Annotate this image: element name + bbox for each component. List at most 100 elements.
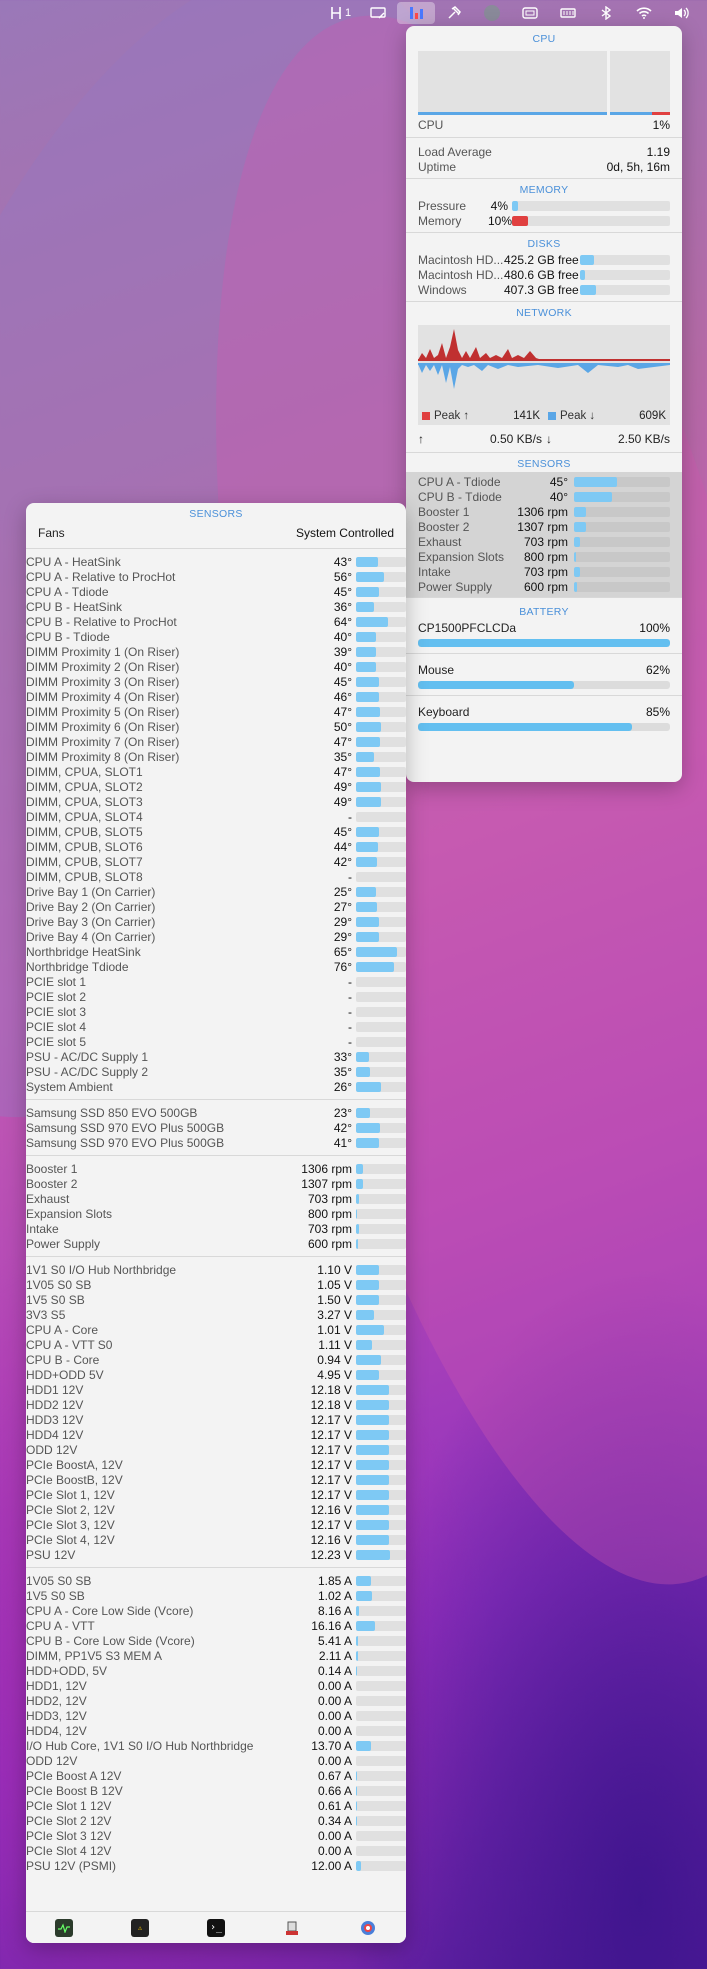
console-icon[interactable]: ⚠ [131,1918,149,1937]
sensor-label: DIMM, PP1V5 S3 MEM A [26,1648,163,1663]
sensor-row: PCIe BoostB, 12V 12.17 V [26,1472,406,1487]
download-arrow: ↓ [546,432,552,446]
bluetooth-icon[interactable] [587,2,625,24]
battery-device: CP1500PFCLCDa [418,621,517,635]
sensor-label: Northbridge HeatSink [26,944,141,959]
hammer-icon[interactable] [435,2,473,24]
level-bar-fill [356,646,376,657]
level-bar-fill [356,1504,389,1515]
sensor-row: DIMM, CPUB, SLOT8 - [26,869,406,884]
sensor-label: Samsung SSD 970 EVO Plus 500GB [26,1120,225,1135]
fans-mode[interactable]: System Controlled [296,526,394,540]
sensor-bar [356,1519,406,1530]
sensor-value: 1.10 V [317,1262,352,1277]
sensor-value: 703 rpm [307,1221,352,1236]
sensor-label: PSU - AC/DC Supply 1 [26,1049,149,1064]
sensor-row: Northbridge Tdiode 76° [26,959,406,974]
sensor-label: HDD+ODD 5V [26,1367,104,1382]
hub-count: 1 [344,6,352,19]
sensor-row: PCIe Slot 3 12V 0.00 A [26,1828,406,1843]
uptime-label: Uptime [418,159,457,174]
sensor-label: Booster 2 [26,1176,78,1191]
activity-monitor-icon[interactable] [55,1918,73,1937]
sensor-bar [356,601,406,612]
sensor-value: 12.17 V [310,1427,352,1442]
level-bar-fill [574,491,613,502]
sensor-label: DIMM, CPUB, SLOT8 [26,869,143,884]
sensor-row: Exhaust 703 rpm [418,534,670,549]
terminal-icon[interactable]: ›_ [207,1918,225,1937]
sensor-value: 1306 rpm [517,504,568,519]
sensors-app-icon[interactable] [283,1919,301,1937]
sensor-row: DIMM, CPUB, SLOT5 45° [26,824,406,839]
level-bar-fill [356,631,376,642]
window-icon[interactable] [511,2,549,24]
sensor-row: DIMM Proximity 1 (On Riser) 39° [26,644,406,659]
sensor-bar [356,901,406,912]
settings-icon[interactable] [359,1919,377,1937]
sensor-row: CPU B - Core 0.94 V [26,1352,406,1367]
level-bar-fill [356,781,381,792]
sensor-value: 703 rpm [523,564,568,579]
level-bar-fill [356,1264,379,1275]
sensor-label: DIMM Proximity 5 (On Riser) [26,704,180,719]
sensor-value: 45° [333,584,352,599]
sensor-value: 0.66 A [317,1783,352,1798]
avatar-icon[interactable] [473,2,511,24]
memory-section-title: MEMORY [519,184,569,196]
battery-row: CP1500PFCLCDa 100% [418,620,670,636]
sensor-row: 1V5 S0 SB 1.02 A [26,1588,406,1603]
sensor-label: Drive Bay 4 (On Carrier) [26,929,156,944]
sensor-label: Drive Bay 3 (On Carrier) [26,914,156,929]
sensor-bar [356,586,406,597]
sensor-label: PCIe Slot 2 12V [26,1813,112,1828]
sensor-bar [356,706,406,717]
sensors-panel-title: SENSORS [189,508,243,520]
memory-icon[interactable] [549,2,587,24]
level-bar-fill [356,1122,380,1133]
level-bar-fill [356,586,379,597]
sensor-bar [356,961,406,972]
sensor-value: 800 rpm [523,549,568,564]
sensor-label: PCIe Slot 4, 12V [26,1532,115,1547]
volume-icon[interactable] [663,2,701,24]
wifi-icon[interactable] [625,2,663,24]
sensor-row: Expansion Slots 800 rpm [26,1206,406,1221]
sensor-row: DIMM Proximity 7 (On Riser) 47° [26,734,406,749]
fans-row: Fans System Controlled [38,524,394,542]
sensor-row: 1V5 S0 SB 1.50 V [26,1292,406,1307]
sensor-label: CPU B - Core Low Side (Vcore) [26,1633,195,1648]
hub-icon[interactable]: 1 [321,2,359,24]
disks-section-title: DISKS [527,238,561,250]
sensor-bar [356,1504,406,1515]
sensor-row: Drive Bay 4 (On Carrier) 29° [26,929,406,944]
sensor-value: 1.05 V [317,1277,352,1292]
battery-percent: 100% [639,621,670,635]
battery-divider [406,695,682,696]
sensor-bar [356,931,406,942]
sensor-value: 12.17 V [310,1517,352,1532]
sensor-value: 12.23 V [310,1547,352,1562]
cpu-usage-row: CPU 1% [418,117,670,133]
display-icon[interactable] [359,2,397,24]
sensor-label: PCIe Slot 1, 12V [26,1487,115,1502]
sensor-label: HDD2 12V [26,1397,84,1412]
sensor-bar [356,1122,406,1133]
disk-row: Macintosh HD... 425.2 GB free [418,252,670,267]
memory-row-label: Memory [418,213,462,228]
sensor-label: Booster 2 [418,519,470,534]
sensor-value: - [348,1034,352,1049]
level-bar-fill [574,521,587,532]
download-peak-label: Peak ↓ [560,410,596,422]
sensor-row: PCIe Slot 3, 12V 12.17 V [26,1517,406,1532]
sensors-summary[interactable]: CPU A - Tdiode 45° CPU B - Tdiode 40° Booste… [406,472,682,597]
level-bar-fill [356,931,379,942]
sensor-value: 12.18 V [310,1382,352,1397]
sensor-value: 800 rpm [307,1206,352,1221]
sensor-row: Power Supply 600 rpm [26,1236,406,1251]
sensor-bar [356,1620,406,1631]
level-bar-fill [356,1785,357,1796]
sensor-bar [356,1051,406,1062]
sensor-group: Samsung SSD 850 EVO 500GB 23° Samsung SSD … [26,1100,406,1155]
stats-icon[interactable] [397,1,435,24]
